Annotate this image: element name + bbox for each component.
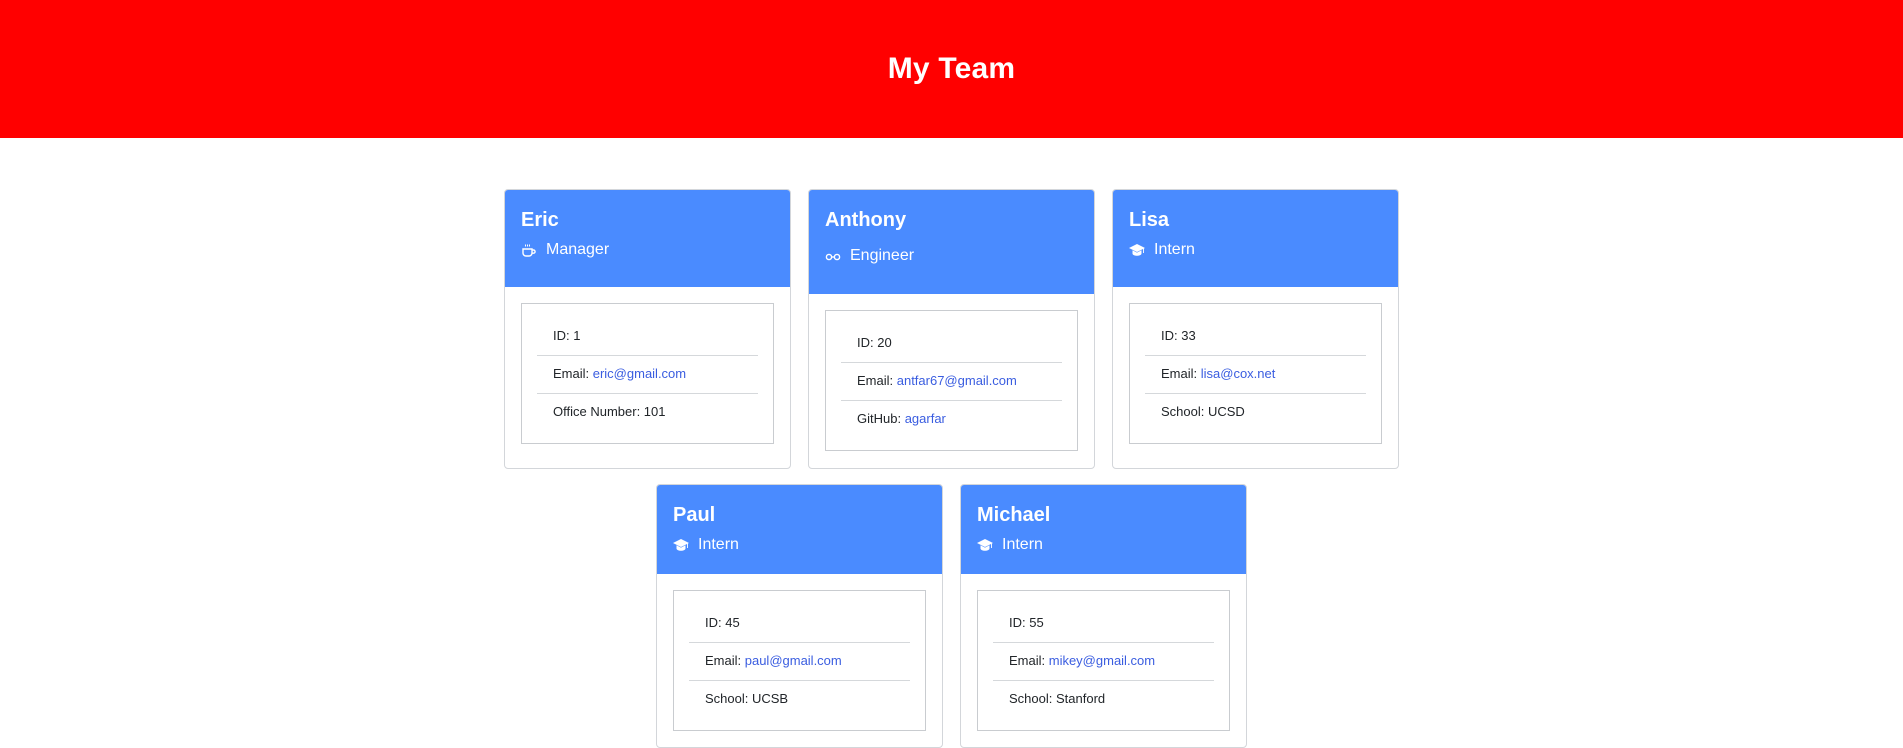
card-body: ID: 55 Email: mikey@gmail.com School: St… (961, 574, 1246, 747)
member-role: Intern (977, 535, 1230, 555)
member-role-label: Manager (546, 241, 610, 258)
list-item-email: Email: eric@gmail.com (537, 356, 758, 394)
email-label: Email: (857, 373, 897, 388)
details-list: ID: 20 Email: antfar67@gmail.com GitHub:… (825, 310, 1078, 451)
email-link[interactable]: paul@gmail.com (745, 653, 842, 668)
list-item-id: ID: 33 (1145, 318, 1366, 356)
card-header: Michael Intern (961, 485, 1246, 574)
member-role: Manager (521, 240, 774, 260)
email-link[interactable]: antfar67@gmail.com (897, 373, 1017, 388)
id-label: ID: (857, 335, 878, 350)
list-item-id: ID: 20 (841, 325, 1062, 363)
list-item-id: ID: 55 (993, 605, 1214, 643)
card-header: Anthony Engineer (809, 190, 1094, 294)
glasses-icon (825, 248, 841, 264)
graduation-cap-icon (1129, 242, 1145, 258)
details-list: ID: 55 Email: mikey@gmail.com School: St… (977, 590, 1230, 731)
team-member-card: Lisa Intern ID: 33 Email: lisa@cox.net S… (1112, 189, 1399, 469)
member-role-label: Intern (1154, 241, 1195, 258)
card-body: ID: 33 Email: lisa@cox.net School: UCSD (1113, 287, 1398, 460)
id-label: ID: (1161, 328, 1182, 343)
email-label: Email: (553, 366, 593, 381)
id-value: 20 (877, 335, 892, 350)
member-role: Intern (673, 535, 926, 555)
list-item-id: ID: 45 (689, 605, 910, 643)
coffee-icon (521, 242, 537, 258)
id-value: 33 (1181, 328, 1196, 343)
school-value: UCSB (751, 691, 789, 706)
list-item-email: Email: mikey@gmail.com (993, 643, 1214, 681)
id-label: ID: (705, 615, 726, 630)
member-name: Lisa (1129, 209, 1170, 231)
member-role-label: Engineer (850, 247, 915, 264)
list-item-email: Email: lisa@cox.net (1145, 356, 1366, 394)
page-title: My Team (887, 52, 1016, 85)
list-item-email: Email: paul@gmail.com (689, 643, 910, 681)
graduation-cap-icon (977, 537, 993, 553)
school-label: School: (705, 691, 752, 706)
id-value: 45 (725, 615, 740, 630)
details-list: ID: 45 Email: paul@gmail.com School: UCS… (673, 590, 926, 731)
list-item-school: School: Stanford (993, 681, 1214, 718)
github-link[interactable]: agarfar (905, 411, 946, 426)
team-member-card: Eric Manager ID: 1 Email: eric@gmail.com… (504, 189, 791, 469)
team-member-card: Anthony Engineer ID: 20 Email: antfar67@… (808, 189, 1095, 469)
school-label: School: (1161, 404, 1208, 419)
email-label: Email: (1009, 653, 1049, 668)
list-item-office-number: Office Number: 101 (537, 394, 758, 431)
id-label: ID: (553, 328, 574, 343)
list-item-id: ID: 1 (537, 318, 758, 356)
member-name: Eric (521, 209, 559, 231)
email-link[interactable]: mikey@gmail.com (1049, 653, 1155, 668)
member-name: Anthony (825, 209, 907, 231)
member-role-label: Intern (1002, 536, 1043, 553)
member-role-label: Intern (698, 536, 739, 553)
list-item-email: Email: antfar67@gmail.com (841, 363, 1062, 401)
school-value: Stanford (1055, 691, 1106, 706)
list-item-school: School: UCSD (1145, 394, 1366, 431)
email-link[interactable]: lisa@cox.net (1201, 366, 1276, 381)
team-member-card: Paul Intern ID: 45 Email: paul@gmail.com… (656, 484, 943, 748)
card-header: Paul Intern (657, 485, 942, 574)
list-item-github: GitHub: agarfar (841, 401, 1062, 438)
card-body: ID: 45 Email: paul@gmail.com School: UCS… (657, 574, 942, 747)
email-label: Email: (1161, 366, 1201, 381)
card-header: Eric Manager (505, 190, 790, 287)
id-label: ID: (1009, 615, 1030, 630)
email-label: Email: (705, 653, 745, 668)
page-header: My Team (0, 0, 1903, 138)
github-label: GitHub: (857, 411, 905, 426)
card-header: Lisa Intern (1113, 190, 1398, 287)
member-role: Intern (1129, 240, 1382, 260)
member-name: Paul (673, 504, 716, 526)
team-member-card: Michael Intern ID: 55 Email: mikey@gmail… (960, 484, 1247, 748)
school-label: School: (1009, 691, 1056, 706)
card-body: ID: 1 Email: eric@gmail.com Office Numbe… (505, 287, 790, 460)
office-number-label: Office Number: (553, 404, 644, 419)
details-list: ID: 1 Email: eric@gmail.com Office Numbe… (521, 303, 774, 444)
member-name: Michael (977, 504, 1051, 526)
list-item-school: School: UCSB (689, 681, 910, 718)
id-value: 55 (1029, 615, 1044, 630)
member-role: Engineer (825, 246, 1078, 266)
details-list: ID: 33 Email: lisa@cox.net School: UCSD (1129, 303, 1382, 444)
id-value: 1 (573, 328, 581, 343)
school-value: UCSD (1207, 404, 1245, 419)
office-number-value: 101 (643, 404, 666, 419)
card-body: ID: 20 Email: antfar67@gmail.com GitHub:… (809, 294, 1094, 467)
email-link[interactable]: eric@gmail.com (593, 366, 686, 381)
graduation-cap-icon (673, 537, 689, 553)
